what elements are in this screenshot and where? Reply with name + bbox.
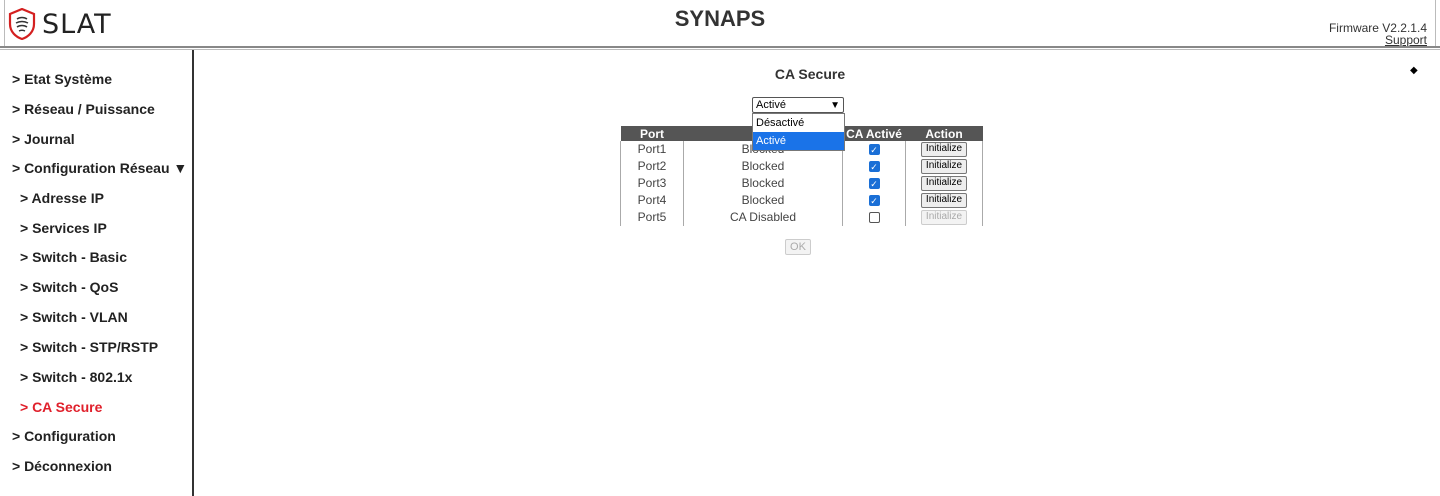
sidebar-item-etat-systeme[interactable]: > Etat Système [12, 71, 112, 87]
sidebar-item-ca-secure[interactable]: > CA Secure [20, 399, 102, 415]
ca-active-checkbox[interactable]: ✓ [868, 161, 880, 173]
sidebar-item-switch-stp-rstp[interactable]: > Switch - STP/RSTP [20, 339, 158, 355]
initialize-button[interactable]: Initialize [920, 142, 968, 158]
sidebar-item-switch-basic[interactable]: > Switch - Basic [20, 249, 127, 265]
ok-button: OK [785, 239, 811, 255]
ca-active-checkbox[interactable]: ✓ [868, 144, 880, 156]
app-title: SYNAPS [674, 6, 766, 31]
port-state: Blocked [683, 192, 843, 209]
table-row: Port4 Blocked ✓ Initialize [620, 192, 983, 209]
sidebar: > Etat Système > Réseau / Puissance > Jo… [0, 50, 193, 496]
ca-active-checkbox[interactable] [868, 212, 880, 224]
sidebar-item-reseau-puissance[interactable]: > Réseau / Puissance [12, 101, 155, 117]
table-row: Port2 Blocked ✓ Initialize [620, 158, 983, 175]
table-row: Port5 CA Disabled Initialize [620, 209, 983, 226]
ca-mode-select-value: Activé [756, 99, 786, 111]
port-name: Port3 [620, 175, 684, 192]
port-name: Port5 [620, 209, 684, 226]
sidebar-item-switch-8021x[interactable]: > Switch - 802.1x [20, 369, 132, 385]
corner-diamond-icon: ◆ [1410, 65, 1418, 76]
frame-border-left [4, 0, 5, 46]
frame-border-right [1435, 0, 1436, 46]
table-row: Port3 Blocked ✓ Initialize [620, 175, 983, 192]
initialize-button-disabled: Initialize [920, 210, 968, 226]
sidebar-item-configuration[interactable]: > Configuration [12, 428, 116, 444]
port-name: Port4 [620, 192, 684, 209]
chevron-down-icon: ▼ [830, 100, 840, 111]
sidebar-item-switch-vlan[interactable]: > Switch - VLAN [20, 309, 128, 325]
port-state: Blocked [683, 175, 843, 192]
header: SLAT SYNAPS Firmware V2.2.1.4 Support [0, 0, 1440, 46]
sidebar-item-deconnexion[interactable]: > Déconnexion [12, 458, 112, 474]
firmware-info: Firmware V2.2.1.4 Support [1329, 22, 1427, 46]
initialize-button[interactable]: Initialize [920, 193, 968, 209]
support-link[interactable]: Support [1329, 34, 1427, 46]
sidebar-item-services-ip[interactable]: > Services IP [20, 220, 107, 236]
column-header-port: Port [620, 126, 684, 141]
column-header-ca-active: CA Activé [842, 126, 906, 141]
ca-mode-select[interactable]: Activé ▼ [752, 97, 844, 113]
sidebar-divider [192, 50, 194, 496]
dropdown-option-active[interactable]: Activé [753, 132, 844, 150]
header-divider [0, 46, 1440, 48]
sidebar-item-configuration-reseau[interactable]: > Configuration Réseau ▼ [12, 160, 187, 176]
sidebar-item-adresse-ip[interactable]: > Adresse IP [20, 190, 104, 206]
column-header-action: Action [905, 126, 983, 141]
port-state: Blocked [683, 158, 843, 175]
port-name: Port1 [620, 141, 684, 158]
sidebar-item-journal[interactable]: > Journal [12, 131, 75, 147]
page-title: CA Secure [774, 66, 846, 82]
port-state: CA Disabled [683, 209, 843, 226]
initialize-button[interactable]: Initialize [920, 176, 968, 192]
ca-mode-dropdown-list: Désactivé Activé [752, 113, 845, 151]
sidebar-item-switch-qos[interactable]: > Switch - QoS [20, 279, 118, 295]
header-divider-secondary [0, 49, 1440, 50]
port-name: Port2 [620, 158, 684, 175]
dropdown-option-desactive[interactable]: Désactivé [753, 114, 844, 132]
ca-active-checkbox[interactable]: ✓ [868, 178, 880, 190]
initialize-button[interactable]: Initialize [920, 159, 968, 175]
ca-active-checkbox[interactable]: ✓ [868, 195, 880, 207]
